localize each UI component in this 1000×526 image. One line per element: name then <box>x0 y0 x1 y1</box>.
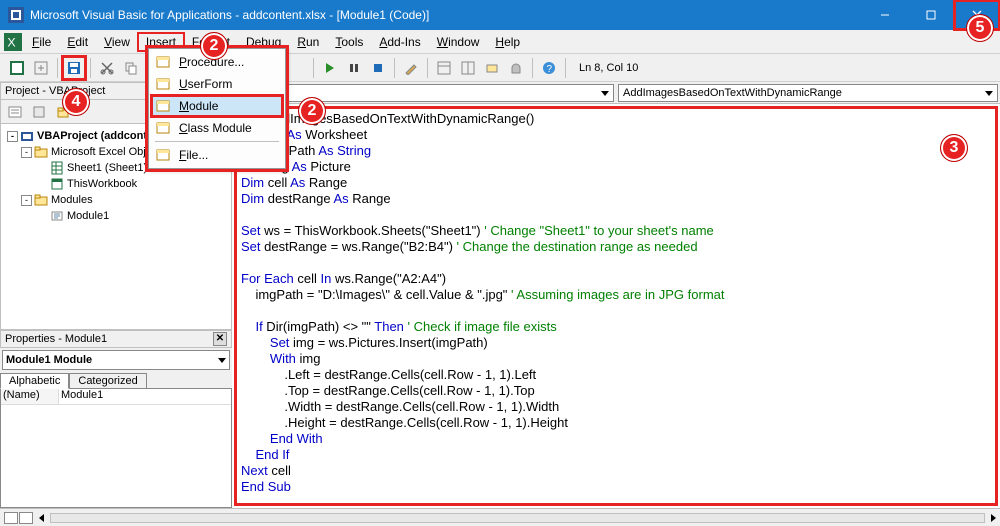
menu-item-icon <box>155 54 171 70</box>
insert-menu-dropdown: Procedure...UserFormModuleClass ModuleFi… <box>148 48 286 169</box>
project-pane-label: Project - VBAProject <box>5 85 105 97</box>
tree-twister-icon[interactable]: - <box>21 147 32 158</box>
code-pane: (General) AddImagesBasedOnTextWithDynami… <box>232 82 1000 508</box>
annotation-badge-4: 4 <box>62 88 90 116</box>
hscrollbar[interactable] <box>50 513 985 523</box>
module-icon <box>50 209 64 223</box>
minimize-button[interactable] <box>862 0 908 30</box>
scroll-left-icon[interactable] <box>39 514 44 522</box>
cut-button[interactable] <box>96 57 118 79</box>
properties-window-button[interactable] <box>457 57 479 79</box>
code-editor[interactable]: Sub AddImagesBasedOnTextWithDynamicRange… <box>234 106 998 506</box>
menu-item-icon <box>155 76 171 92</box>
menu-item-label: File... <box>179 148 208 162</box>
reset-button[interactable] <box>367 57 389 79</box>
object-dropdown[interactable]: (General) <box>234 84 614 102</box>
break-button[interactable] <box>343 57 365 79</box>
toolbox-button[interactable] <box>505 57 527 79</box>
menu-item-label: Module <box>179 99 218 113</box>
menu-edit[interactable]: Edit <box>59 33 96 51</box>
app-icon <box>8 7 24 23</box>
tree-node-label: ThisWorkbook <box>67 178 137 190</box>
menu-help[interactable]: Help <box>487 33 528 51</box>
dropdown-arrow-icon <box>218 358 226 363</box>
tree-node-label: Module1 <box>67 210 109 222</box>
menu-view[interactable]: View <box>96 33 138 51</box>
view-mode-buttons[interactable] <box>4 512 33 524</box>
view-object-button[interactable] <box>28 101 50 123</box>
menu-file[interactable]: File <box>24 33 59 51</box>
tab-categorized[interactable]: Categorized <box>69 373 146 389</box>
dropdown-arrow-icon <box>985 91 993 96</box>
insert-module-button[interactable] <box>30 57 52 79</box>
folder-icon <box>34 193 48 207</box>
tree-twister-icon[interactable]: - <box>21 195 32 206</box>
insert-menu-userform[interactable]: UserForm <box>151 73 283 95</box>
menu-item-label: UserForm <box>179 77 232 91</box>
annotation-badge-5: 5 <box>966 14 994 42</box>
menu-item-icon <box>155 147 171 163</box>
properties-pane-close-icon[interactable]: ✕ <box>213 332 227 346</box>
cursor-position: Ln 8, Col 10 <box>571 62 646 74</box>
properties-pane: Properties - Module1 ✕ Module1 Module Al… <box>0 330 232 508</box>
properties-tabs: Alphabetic Categorized <box>0 372 232 388</box>
menu-window[interactable]: Window <box>429 33 488 51</box>
view-code-button[interactable] <box>4 101 26 123</box>
book-icon <box>50 177 64 191</box>
properties-pane-label: Properties - Module1 <box>5 333 107 345</box>
procedure-dropdown-value: AddImagesBasedOnTextWithDynamicRange <box>623 87 842 99</box>
insert-menu-module[interactable]: Module <box>151 95 283 117</box>
menu-item-label: Class Module <box>179 121 252 135</box>
tab-alphabetic[interactable]: Alphabetic <box>0 373 69 389</box>
tree-node-label: Sheet1 (Sheet1) <box>67 162 147 174</box>
insert-menu-class-module[interactable]: Class Module <box>151 117 283 139</box>
annotation-badge-3: 3 <box>940 134 968 162</box>
procedure-dropdown[interactable]: AddImagesBasedOnTextWithDynamicRange <box>618 84 998 102</box>
copy-button[interactable] <box>120 57 142 79</box>
menu-add-ins[interactable]: Add-Ins <box>371 33 428 51</box>
annotation-badge-2: 2 <box>200 32 228 60</box>
folder-icon <box>34 145 48 159</box>
project-explorer-button[interactable] <box>433 57 455 79</box>
run-button[interactable] <box>319 57 341 79</box>
property-value[interactable]: Module1 <box>59 389 231 404</box>
code-object-bar: (General) AddImagesBasedOnTextWithDynami… <box>232 82 1000 104</box>
window-titlebar: Microsoft Visual Basic for Applications … <box>0 0 1000 30</box>
properties-grid[interactable]: (Name)Module1 <box>0 388 232 508</box>
menu-tools[interactable]: Tools <box>327 33 371 51</box>
view-excel-button[interactable] <box>6 57 28 79</box>
tree-node[interactable]: - Modules <box>3 192 229 208</box>
object-browser-button[interactable] <box>481 57 503 79</box>
svg-text:X: X <box>7 35 15 49</box>
statusbar <box>0 508 1000 526</box>
tree-node-label: Modules <box>51 194 93 206</box>
properties-object-combo[interactable]: Module1 Module <box>2 350 230 370</box>
insert-menu-file-[interactable]: File... <box>151 144 283 166</box>
menu-run[interactable]: Run <box>289 33 327 51</box>
sheet-icon <box>50 161 64 175</box>
svg-text:?: ? <box>547 64 553 75</box>
menu-item-icon <box>155 120 171 136</box>
properties-pane-title[interactable]: Properties - Module1 ✕ <box>0 330 232 348</box>
menu-item-icon <box>155 98 171 114</box>
design-mode-button[interactable] <box>400 57 422 79</box>
save-button[interactable] <box>63 57 85 79</box>
properties-object-name: Module1 Module <box>6 354 92 366</box>
window-title: Microsoft Visual Basic for Applications … <box>30 8 429 22</box>
tree-node[interactable]: Module1 <box>3 208 229 224</box>
excel-icon[interactable]: X <box>4 33 22 51</box>
project-icon <box>20 129 34 143</box>
scroll-right-icon[interactable] <box>991 514 996 522</box>
tree-twister-icon[interactable]: - <box>7 131 18 142</box>
property-name: (Name) <box>1 389 59 404</box>
property-row[interactable]: (Name)Module1 <box>1 389 231 405</box>
dropdown-arrow-icon <box>601 91 609 96</box>
annotation-badge-2: 2 <box>298 97 326 125</box>
tree-node[interactable]: ThisWorkbook <box>3 176 229 192</box>
help-button[interactable]: ? <box>538 57 560 79</box>
maximize-button[interactable] <box>908 0 954 30</box>
